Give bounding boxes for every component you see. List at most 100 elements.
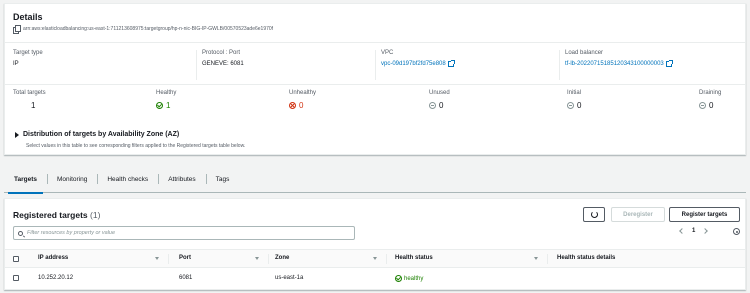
protocol-field: Protocol : Port GENEVE: 6081: [196, 50, 244, 80]
initial-count: Initial 0: [567, 90, 581, 110]
column-divider: [168, 254, 169, 264]
table-header: IP address Port Zone Health status Healt…: [5, 249, 745, 268]
column-divider: [547, 254, 548, 264]
load-balancer-label: Load balancer: [565, 50, 604, 56]
divider: [5, 84, 745, 85]
deregister-button[interactable]: Deregister: [611, 207, 665, 222]
column-divider: [386, 254, 387, 264]
registered-targets-count: (1): [90, 210, 101, 220]
check-circle-icon: [156, 102, 163, 109]
page-number[interactable]: 1: [692, 228, 695, 234]
tab-health-checks[interactable]: Health checks: [97, 165, 158, 193]
column-divider: [268, 254, 269, 264]
load-balancer-field: Load balancer tf-lb-20220715185120343100…: [559, 50, 673, 80]
column-health-status[interactable]: Health status: [395, 255, 433, 261]
vpc-field: VPC vpc-09d197bf2fd75e808: [375, 50, 455, 80]
registered-targets-panel: Registered targets (1) Deregister Regist…: [4, 198, 746, 290]
total-targets-label: Total targets: [13, 90, 46, 96]
tab-attributes[interactable]: Attributes: [158, 165, 205, 193]
cell-health-status: healthy: [395, 275, 423, 282]
unused-value: 0: [439, 101, 444, 110]
tab-targets[interactable]: Targets: [4, 165, 47, 194]
load-balancer-link-text[interactable]: tf-lb-20220715185120343100000003: [565, 61, 664, 67]
initial-label: Initial: [567, 90, 582, 96]
chevron-right-icon[interactable]: [702, 228, 709, 234]
check-circle-icon: [395, 275, 402, 282]
minus-circle-icon: [429, 102, 436, 109]
unhealthy-count: Unhealthy 0: [289, 90, 316, 110]
vpc-label: VPC: [381, 50, 394, 56]
total-targets-value: 1: [31, 101, 36, 110]
protocol-label: Protocol : Port: [202, 50, 241, 56]
initial-value: 0: [577, 101, 582, 110]
target-type-label: Target type: [13, 50, 43, 56]
details-title: Details: [13, 12, 43, 22]
row-checkbox[interactable]: [13, 275, 19, 281]
arn-row: arn:aws:elasticloadbalancing:us-east-1:7…: [13, 25, 274, 34]
unhealthy-label: Unhealthy: [289, 90, 317, 96]
target-type-field: Target type IP: [13, 50, 43, 80]
gear-icon[interactable]: [733, 228, 740, 235]
draining-value: 0: [709, 101, 714, 110]
divider: [5, 42, 745, 43]
cell-ip-address: 10.252.20.12: [38, 275, 74, 281]
register-targets-button[interactable]: Register targets: [669, 207, 740, 222]
distribution-description: Select values in this table to see corre…: [26, 143, 246, 149]
total-targets-value-wrap: 1: [13, 101, 46, 110]
tab-monitoring[interactable]: Monitoring: [47, 165, 97, 193]
unused-value-wrap: 0: [429, 101, 450, 110]
refresh-icon: [590, 211, 598, 218]
minus-circle-icon: [567, 102, 574, 109]
distribution-toggle[interactable]: Distribution of targets by Availability …: [15, 131, 179, 138]
cell-port: 6081: [179, 275, 193, 281]
healthy-label: Healthy: [156, 90, 177, 96]
cell-zone: us-east-1a: [275, 275, 304, 281]
minus-circle-icon: [699, 102, 706, 109]
search-icon: [18, 230, 23, 236]
external-link-icon: [447, 60, 455, 67]
details-title-wrap: Details: [13, 12, 43, 22]
initial-value-wrap: 0: [567, 101, 581, 110]
registered-targets-title: Registered targets: [13, 210, 88, 220]
copy-icon[interactable]: [13, 25, 21, 34]
caret-right-icon[interactable]: [15, 131, 19, 138]
arn-text: arn:aws:elasticloadbalancing:us-east-1:7…: [23, 25, 274, 32]
error-circle-icon: [289, 102, 296, 109]
search-input[interactable]: [27, 230, 327, 236]
unhealthy-value: 0: [299, 101, 304, 110]
registered-targets-title-wrap: Registered targets (1): [13, 210, 100, 220]
draining-label: Draining: [699, 90, 722, 96]
sort-icon[interactable]: [255, 257, 259, 260]
protocol-value: GENEVE: 6081: [202, 61, 244, 67]
sort-icon[interactable]: [534, 257, 538, 260]
search-box[interactable]: [13, 226, 355, 240]
unused-label: Unused: [429, 90, 450, 96]
healthy-value: 1: [166, 101, 171, 110]
tabs-bar: Targets Monitoring Health checks Attribu…: [4, 165, 746, 194]
pagination: 1: [679, 228, 709, 234]
healthy-value-wrap: 1: [156, 101, 176, 110]
chevron-left-icon[interactable]: [679, 228, 685, 234]
healthy-count: Healthy 1: [156, 90, 176, 110]
tab-tags[interactable]: Tags: [205, 165, 240, 193]
distribution-title[interactable]: Distribution of targets by Availability …: [23, 131, 179, 138]
sort-icon[interactable]: [155, 257, 159, 260]
load-balancer-link[interactable]: tf-lb-20220715185120343100000003: [565, 60, 673, 67]
select-all-checkbox[interactable]: [13, 256, 19, 262]
details-panel: Details arn:aws:elasticloadbalancing:us-…: [4, 3, 746, 155]
column-ip-address[interactable]: IP address: [38, 255, 68, 261]
health-status-text: healthy: [404, 275, 424, 282]
vpc-link-text[interactable]: vpc-09d197bf2fd75e808: [381, 61, 446, 67]
target-type-value: IP: [13, 61, 19, 67]
refresh-button[interactable]: [583, 207, 605, 222]
vpc-link[interactable]: vpc-09d197bf2fd75e808: [381, 60, 455, 67]
draining-count: Draining 0: [699, 90, 721, 110]
sort-icon[interactable]: [373, 257, 377, 260]
column-port[interactable]: Port: [179, 255, 191, 261]
draining-value-wrap: 0: [699, 101, 721, 110]
total-targets: Total targets 1: [13, 90, 46, 110]
unused-count: Unused 0: [429, 90, 450, 110]
column-zone[interactable]: Zone: [275, 255, 289, 261]
table-row[interactable]: 10.252.20.12 6081 us-east-1a healthy: [5, 269, 745, 289]
column-health-status-details[interactable]: Health status details: [557, 255, 615, 261]
